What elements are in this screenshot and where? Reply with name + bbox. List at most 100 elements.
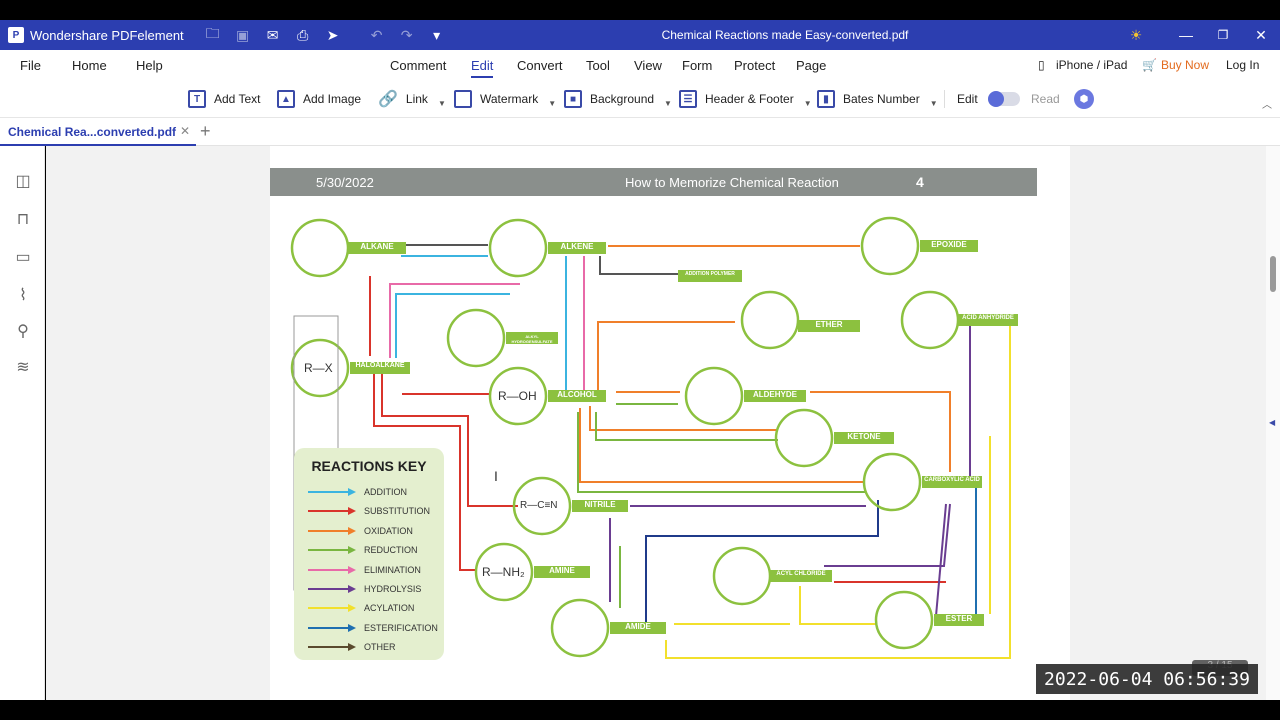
menu-protect[interactable]: Protect [734, 58, 775, 73]
reactions-key-title: REACTIONS KEY [311, 458, 427, 474]
menu-page[interactable]: Page [796, 58, 826, 73]
key-row: REDUCTION [308, 544, 418, 556]
chevron-down-icon: ▼ [664, 98, 672, 108]
cart-icon[interactable]: 🛒 [1142, 58, 1157, 72]
share-icon[interactable]: ➤ [318, 20, 348, 50]
label-amine: AMINE [549, 566, 575, 575]
key-row: ELIMINATION [308, 564, 421, 576]
label-acyl-chloride: ACYL CHLORIDE [776, 571, 826, 577]
bates-number-button[interactable]: ▮ Bates Number ▼ [817, 88, 938, 110]
open-folder-icon[interactable]: 🗀 [198, 20, 228, 50]
buy-now-link[interactable]: Buy Now [1161, 58, 1209, 72]
video-letterbox-bottom [0, 700, 1280, 720]
key-row: SUBSTITUTION [308, 505, 430, 517]
pdf-header-title: How to Memorize Chemical Reaction [625, 175, 839, 190]
layers-icon[interactable]: ≋ [12, 356, 34, 378]
label-epoxide: EPOXIDE [931, 240, 967, 249]
aldehyde-node [684, 366, 744, 426]
key-arrow-icon [308, 546, 356, 555]
label-amide: AMIDE [625, 622, 651, 631]
menu-edit[interactable]: Edit [471, 58, 494, 78]
chevron-down-icon: ▼ [929, 98, 938, 108]
expand-right-panel-icon[interactable]: ◀ [1269, 418, 1275, 427]
add-text-button[interactable]: T Add Text [188, 88, 260, 110]
phone-icon[interactable]: ▯ [1038, 58, 1045, 72]
alkene-node [488, 218, 548, 278]
video-timestamp: 2022-06-04 06:56:39 [1036, 664, 1258, 694]
search-icon[interactable]: ⚲ [12, 320, 34, 342]
menu-comment[interactable]: Comment [390, 58, 446, 73]
add-image-button[interactable]: ▲ Add Image [277, 88, 361, 110]
watermark-label: Watermark [480, 92, 539, 106]
background-icon: ■ [564, 90, 582, 108]
menu-home[interactable]: Home [72, 58, 107, 73]
header-footer-label: Header & Footer [705, 92, 794, 106]
minimize-icon[interactable]: — [1171, 20, 1201, 50]
left-sidebar: ◫ ⊓ ▭ ⌇ ⚲ ≋ ▶ [0, 146, 54, 700]
key-arrow-icon [308, 643, 356, 652]
document-canvas: 5/30/2022 How to Memorize Chemical React… [46, 146, 1266, 700]
label-alkane: ALKANE [360, 242, 394, 251]
new-tab-icon[interactable]: + [200, 121, 211, 142]
comment-icon[interactable]: ▭ [12, 246, 34, 268]
theme-sun-icon[interactable]: ☀ [1121, 20, 1151, 50]
menu-file[interactable]: File [20, 58, 41, 73]
formula-rnh2: R—NH₂ [482, 565, 525, 579]
edit-read-toggle[interactable] [988, 91, 1020, 107]
collapse-toolbar-icon[interactable]: ︿ [1262, 96, 1272, 111]
label-haloalkane: HALOALKANE [355, 362, 405, 369]
document-tab[interactable]: Chemical Rea...converted.pdf ✕ [0, 118, 196, 146]
label-alcohol: ALCOHOL [557, 390, 597, 399]
key-label: ESTERIFICATION [364, 622, 438, 633]
menu-help[interactable]: Help [136, 58, 163, 73]
close-tab-icon[interactable]: ✕ [180, 124, 190, 138]
menu-convert[interactable]: Convert [517, 58, 563, 73]
key-row: ACYLATION [308, 602, 414, 614]
label-alkene: ALKENE [560, 242, 594, 251]
menu-iphone-ipad[interactable]: iPhone / iPad [1056, 58, 1127, 72]
key-label: ELIMINATION [364, 564, 421, 575]
close-window-icon[interactable]: ✕ [1246, 20, 1276, 50]
bates-number-icon: ▮ [817, 90, 835, 108]
menu-tool[interactable]: Tool [586, 58, 610, 73]
key-row: HYDROLYSIS [308, 583, 421, 595]
background-button[interactable]: ■ Background ▼ [564, 88, 672, 110]
acyl-chloride-node [712, 546, 772, 606]
attachment-icon[interactable]: ⌇ [12, 284, 34, 306]
thumbnails-icon[interactable]: ◫ [12, 170, 34, 192]
menu-view[interactable]: View [634, 58, 662, 73]
key-label: SUBSTITUTION [364, 506, 431, 517]
mail-icon[interactable]: ✉ [258, 20, 288, 50]
watermark-button[interactable]: Watermark ▼ [454, 88, 556, 110]
read-mode-label: Read [1031, 92, 1060, 106]
vertical-scrollbar[interactable]: ◀ [1266, 146, 1280, 700]
link-button[interactable]: 🔗 Link ▼ [378, 88, 446, 110]
redo-icon[interactable]: ↷ [392, 20, 422, 50]
menu-form[interactable]: Form [682, 58, 712, 73]
key-row: ADDITION [308, 486, 407, 498]
label-ether: ETHER [815, 320, 843, 329]
header-footer-button[interactable]: ☰ Header & Footer ▼ [679, 88, 812, 110]
bookmark-icon[interactable]: ⊓ [12, 208, 34, 230]
ester-node [874, 590, 934, 650]
print-icon[interactable]: ⎙ [288, 20, 318, 50]
quick-access-dropdown-icon[interactable]: ▾ [422, 20, 452, 50]
key-arrow-icon [308, 488, 356, 496]
scrollbar-thumb[interactable] [1270, 256, 1276, 292]
undo-icon[interactable]: ↶ [362, 20, 392, 50]
key-row: OXIDATION [308, 525, 413, 537]
document-title: Chemical Reactions made Easy-converted.p… [661, 28, 909, 42]
ai-assistant-icon[interactable]: ⬢ [1074, 89, 1094, 109]
ether-node [740, 290, 800, 350]
login-link[interactable]: Log In [1226, 58, 1259, 72]
watermark-icon [454, 90, 472, 108]
restore-icon[interactable]: ❐ [1208, 20, 1238, 50]
formula-rcn: R—C≡N [520, 500, 558, 511]
label-carboxylic-acid: CARBOXYLIC ACID [924, 477, 980, 483]
add-text-icon: T [188, 90, 206, 108]
alkyl-hydrogensulfate-node [446, 308, 506, 368]
key-arrow-icon [308, 507, 356, 516]
chevron-down-icon: ▼ [437, 98, 446, 108]
header-footer-icon: ☰ [679, 90, 697, 108]
save-icon[interactable]: ▣ [228, 20, 258, 50]
